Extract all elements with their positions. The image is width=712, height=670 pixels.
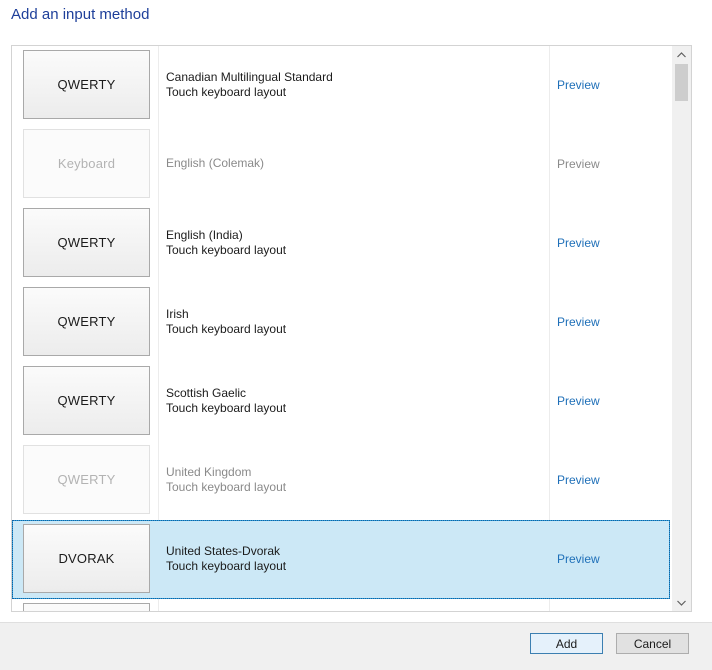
item-subtitle: Touch keyboard layout	[166, 480, 287, 494]
item-subtitle: Touch keyboard layout	[166, 401, 287, 415]
preview-link[interactable]: Preview	[557, 473, 600, 487]
item-name: Irish	[166, 307, 189, 321]
keyboard-thumbnail	[23, 603, 150, 611]
list-item: Keyboard English (Colemak) Preview	[12, 125, 670, 204]
item-name: English (Colemak)	[166, 156, 265, 170]
dialog-title: Add an input method	[11, 6, 150, 23]
item-subtitle: Touch keyboard layout	[166, 559, 287, 573]
item-name: United Kingdom	[166, 465, 252, 479]
item-text: United Kingdom Touch keyboard layout	[166, 465, 286, 495]
preview-link[interactable]: Preview	[557, 394, 600, 408]
keyboard-thumbnail: QWERTY	[23, 287, 150, 356]
item-text: Irish Touch keyboard layout	[166, 307, 286, 337]
add-button[interactable]: Add	[530, 633, 603, 654]
item-text: Scottish Gaelic Touch keyboard layout	[166, 386, 286, 416]
item-subtitle: Touch keyboard layout	[166, 243, 287, 257]
list-item-selected[interactable]: DVORAK United States-Dvorak Touch keyboa…	[12, 520, 670, 599]
item-text: English (India) Touch keyboard layout	[166, 228, 286, 258]
cancel-button[interactable]: Cancel	[616, 633, 689, 654]
list-item[interactable]: QWERTY English (India) Touch keyboard la…	[12, 204, 670, 283]
item-text: English (Colemak)	[166, 156, 264, 171]
keyboard-thumbnail: QWERTY	[23, 445, 150, 514]
item-text: United States-Dvorak Touch keyboard layo…	[166, 544, 286, 574]
item-name: Scottish Gaelic	[166, 386, 247, 400]
list-item[interactable]: QWERTY Scottish Gaelic Touch keyboard la…	[12, 362, 670, 441]
scrollbar-thumb[interactable]	[675, 64, 688, 101]
preview-link[interactable]: Preview	[557, 552, 600, 566]
keyboard-thumbnail: QWERTY	[23, 50, 150, 119]
list-item[interactable]: QWERTY Irish Touch keyboard layout Previ…	[12, 283, 670, 362]
item-text: Canadian Multilingual Standard Touch key…	[166, 70, 333, 100]
keyboard-thumbnail: QWERTY	[23, 366, 150, 435]
item-name: English (India)	[166, 228, 243, 242]
item-subtitle: Touch keyboard layout	[166, 85, 287, 99]
list-item: QWERTY United Kingdom Touch keyboard lay…	[12, 441, 670, 520]
dialog-footer: Add Cancel	[0, 622, 712, 670]
chevron-up-icon[interactable]	[672, 46, 691, 63]
vertical-scrollbar[interactable]	[672, 46, 691, 611]
preview-link[interactable]: Preview	[557, 78, 600, 92]
list-item[interactable]: QWERTY Canadian Multilingual Standard To…	[12, 46, 670, 125]
list-item[interactable]	[12, 599, 670, 611]
chevron-down-icon[interactable]	[672, 594, 691, 611]
keyboard-thumbnail: DVORAK	[23, 524, 150, 593]
preview-link: Preview	[557, 157, 600, 171]
preview-link[interactable]: Preview	[557, 236, 600, 250]
item-name: Canadian Multilingual Standard	[166, 70, 333, 84]
list-rows: QWERTY Canadian Multilingual Standard To…	[12, 46, 670, 611]
input-method-list[interactable]: QWERTY Canadian Multilingual Standard To…	[11, 45, 692, 612]
preview-link[interactable]: Preview	[557, 315, 600, 329]
item-subtitle: Touch keyboard layout	[166, 322, 287, 336]
keyboard-thumbnail: Keyboard	[23, 129, 150, 198]
keyboard-thumbnail: QWERTY	[23, 208, 150, 277]
item-name: United States-Dvorak	[166, 544, 281, 558]
